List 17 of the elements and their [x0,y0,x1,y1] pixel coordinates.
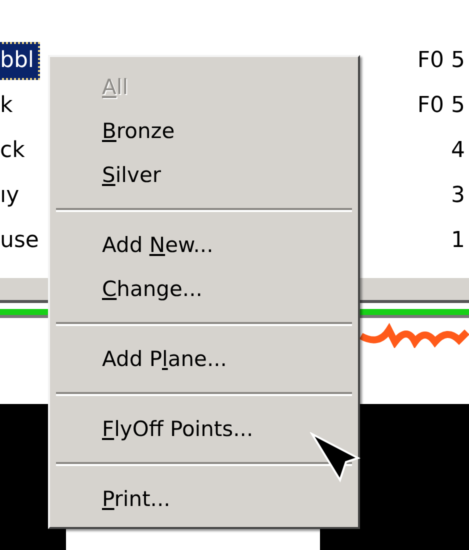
menu-item[interactable]: Add Plane... [54,337,354,381]
list-cell[interactable]: ıy [0,176,26,214]
menu-item[interactable]: Bronze [54,109,354,153]
list-cell[interactable]: use [0,222,45,260]
list-cell[interactable]: bbl [0,42,40,80]
menu-item[interactable]: Add New... [54,223,354,267]
menu-item[interactable]: FlyOff Points... [54,407,354,451]
list-cell[interactable]: ck [0,132,31,170]
menu-item[interactable]: Silver [54,153,354,197]
list-cell-text: 3 [451,183,466,208]
list-cell-text: 4 [451,138,466,163]
list-cell[interactable]: k [0,86,19,124]
list-cell-text: F0 5 [417,93,466,118]
menu-item[interactable]: Print... [54,477,354,521]
list-cell-text: F0 5 [417,48,466,73]
menu-item[interactable]: Change... [54,267,354,311]
list-cell-text: 1 [451,228,466,253]
